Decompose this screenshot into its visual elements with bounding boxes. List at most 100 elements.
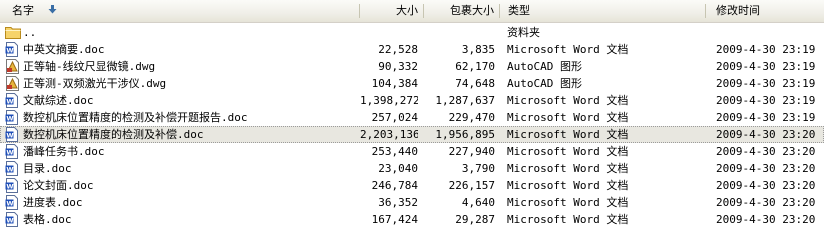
file-packed-size: 1,956,895 [435,128,495,141]
file-name: .. [23,26,37,39]
file-row[interactable]: W 中英文摘要.doc 22,528 3,835 Microsoft Word … [0,41,824,58]
word-doc-icon: W [5,160,21,177]
file-type: Microsoft Word 文档 [507,111,629,124]
sort-down-arrow-icon [48,0,57,22]
word-doc-icon: W [5,109,21,126]
file-name: 正等轴-线纹尺显微镜.dwg [23,60,156,73]
svg-text:W: W [6,200,13,208]
file-type: Microsoft Word 文档 [507,94,629,107]
file-size: 167,424 [371,213,418,226]
file-type: Microsoft Word 文档 [507,179,629,192]
column-header-type-label: 类型 [508,4,530,17]
file-modified: 2009-4-30 23:20 [716,196,816,209]
column-header-modified-label: 修改时间 [716,4,760,17]
file-size: 257,024 [371,111,418,124]
file-packed-size: 62,170 [455,60,495,73]
svg-text:W: W [6,132,13,140]
word-doc-icon: W [5,194,21,211]
file-packed-size: 229,470 [448,111,495,124]
svg-text:W: W [6,115,13,123]
file-row[interactable]: W 论文封面.doc 246,784 226,157 Microsoft Wor… [0,177,824,194]
file-row[interactable]: .. 资料夹 [0,24,824,41]
file-row[interactable]: 正等轴-线纹尺显微镜.dwg 90,332 62,170 AutoCAD 图形 … [0,58,824,75]
svg-text:W: W [6,217,13,225]
file-modified: 2009-4-30 23:20 [716,128,816,141]
column-header-packed-size[interactable]: 包裹大小 [424,0,500,22]
column-header-type[interactable]: 类型 [500,0,706,22]
file-type: AutoCAD 图形 [507,60,582,73]
file-packed-size: 3,835 [461,43,495,56]
file-row[interactable]: W 目录.doc 23,040 3,790 Microsoft Word 文档 … [0,160,824,177]
file-modified: 2009-4-30 23:19 [716,94,816,107]
file-size: 104,384 [371,77,418,90]
column-header-name[interactable]: 名字 [0,0,360,22]
file-name: 目录.doc [23,162,72,175]
file-row[interactable]: W 进度表.doc 36,352 4,640 Microsoft Word 文档… [0,194,824,211]
autocad-icon [5,58,21,75]
svg-text:W: W [6,47,13,55]
file-size: 36,352 [378,196,418,209]
file-row[interactable]: 正等测-双频激光干涉仪.dwg 104,384 74,648 AutoCAD 图… [0,75,824,92]
file-packed-size: 3,790 [461,162,495,175]
file-name: 进度表.doc [23,196,83,209]
file-packed-size: 74,648 [455,77,495,90]
file-size: 253,440 [371,145,418,158]
column-header-packed-size-label: 包裹大小 [450,4,494,17]
column-header-size-label: 大小 [396,4,418,17]
file-type: Microsoft Word 文档 [507,213,629,226]
file-type: 资料夹 [507,26,540,39]
file-packed-size: 1,287,637 [435,94,495,107]
file-size [360,24,418,41]
file-type: AutoCAD 图形 [507,77,582,90]
file-name: 正等测-双频激光干涉仪.dwg [23,77,167,90]
word-doc-icon: W [5,126,21,143]
file-row[interactable]: W 数控机床位置精度的检测及补偿开题报告.doc 257,024 229,470… [0,109,824,126]
file-size: 2,203,136 [360,128,418,141]
file-rows: .. 资料夹 W 中英文摘要.doc 22,528 3,835 Microsof… [0,24,824,228]
svg-text:W: W [6,98,13,106]
file-name: 文献综述.doc [23,94,94,107]
file-modified: 2009-4-30 23:19 [716,77,816,90]
file-packed-size: 226,157 [448,179,495,192]
file-row[interactable]: W 表格.doc 167,424 29,287 Microsoft Word 文… [0,211,824,228]
column-header-size[interactable]: 大小 [360,0,424,22]
file-name: 论文封面.doc [23,179,94,192]
file-modified: 2009-4-30 23:20 [716,145,816,158]
file-modified: 2009-4-30 23:20 [716,162,816,175]
file-name: 数控机床位置精度的检测及补偿.doc [23,128,204,141]
file-packed-size: 227,940 [448,145,495,158]
file-type: Microsoft Word 文档 [507,196,629,209]
svg-text:W: W [6,183,13,191]
file-size: 1,398,272 [360,94,418,107]
word-doc-icon: W [5,41,21,58]
file-size: 90,332 [378,60,418,73]
file-packed-size: 29,287 [455,213,495,226]
archive-file-list: 名字 大小 包裹大小 类型 修改时间 .. 资料夹 W 中英文摘要.doc 22… [0,0,824,242]
column-header-modified[interactable]: 修改时间 [706,0,824,22]
file-type: Microsoft Word 文档 [507,145,629,158]
file-row-selected[interactable]: W 数控机床位置精度的检测及补偿.doc 2,203,136 1,956,895… [0,126,824,143]
file-modified: 2009-4-30 23:20 [716,179,816,192]
file-type: Microsoft Word 文档 [507,43,629,56]
word-doc-icon: W [5,177,21,194]
word-doc-icon: W [5,211,21,228]
file-size: 246,784 [371,179,418,192]
file-modified: 2009-4-30 23:20 [716,213,816,226]
file-modified: 2009-4-30 23:19 [716,111,816,124]
file-type: Microsoft Word 文档 [507,162,629,175]
file-row[interactable]: W 文献综述.doc 1,398,272 1,287,637 Microsoft… [0,92,824,109]
word-doc-icon: W [5,92,21,109]
autocad-icon [5,75,21,92]
column-header-name-label: 名字 [12,4,34,17]
file-modified: 2009-4-30 23:19 [716,43,816,56]
file-size: 23,040 [378,162,418,175]
file-packed-size [424,24,495,41]
word-doc-icon: W [5,143,21,160]
file-name: 潘峰任务书.doc [23,145,105,158]
file-size: 22,528 [378,43,418,56]
file-row[interactable]: W 潘峰任务书.doc 253,440 227,940 Microsoft Wo… [0,143,824,160]
file-modified [716,24,824,41]
column-header: 名字 大小 包裹大小 类型 修改时间 [0,0,824,23]
file-type: Microsoft Word 文档 [507,128,629,141]
file-name: 数控机床位置精度的检测及补偿开题报告.doc [23,111,248,124]
